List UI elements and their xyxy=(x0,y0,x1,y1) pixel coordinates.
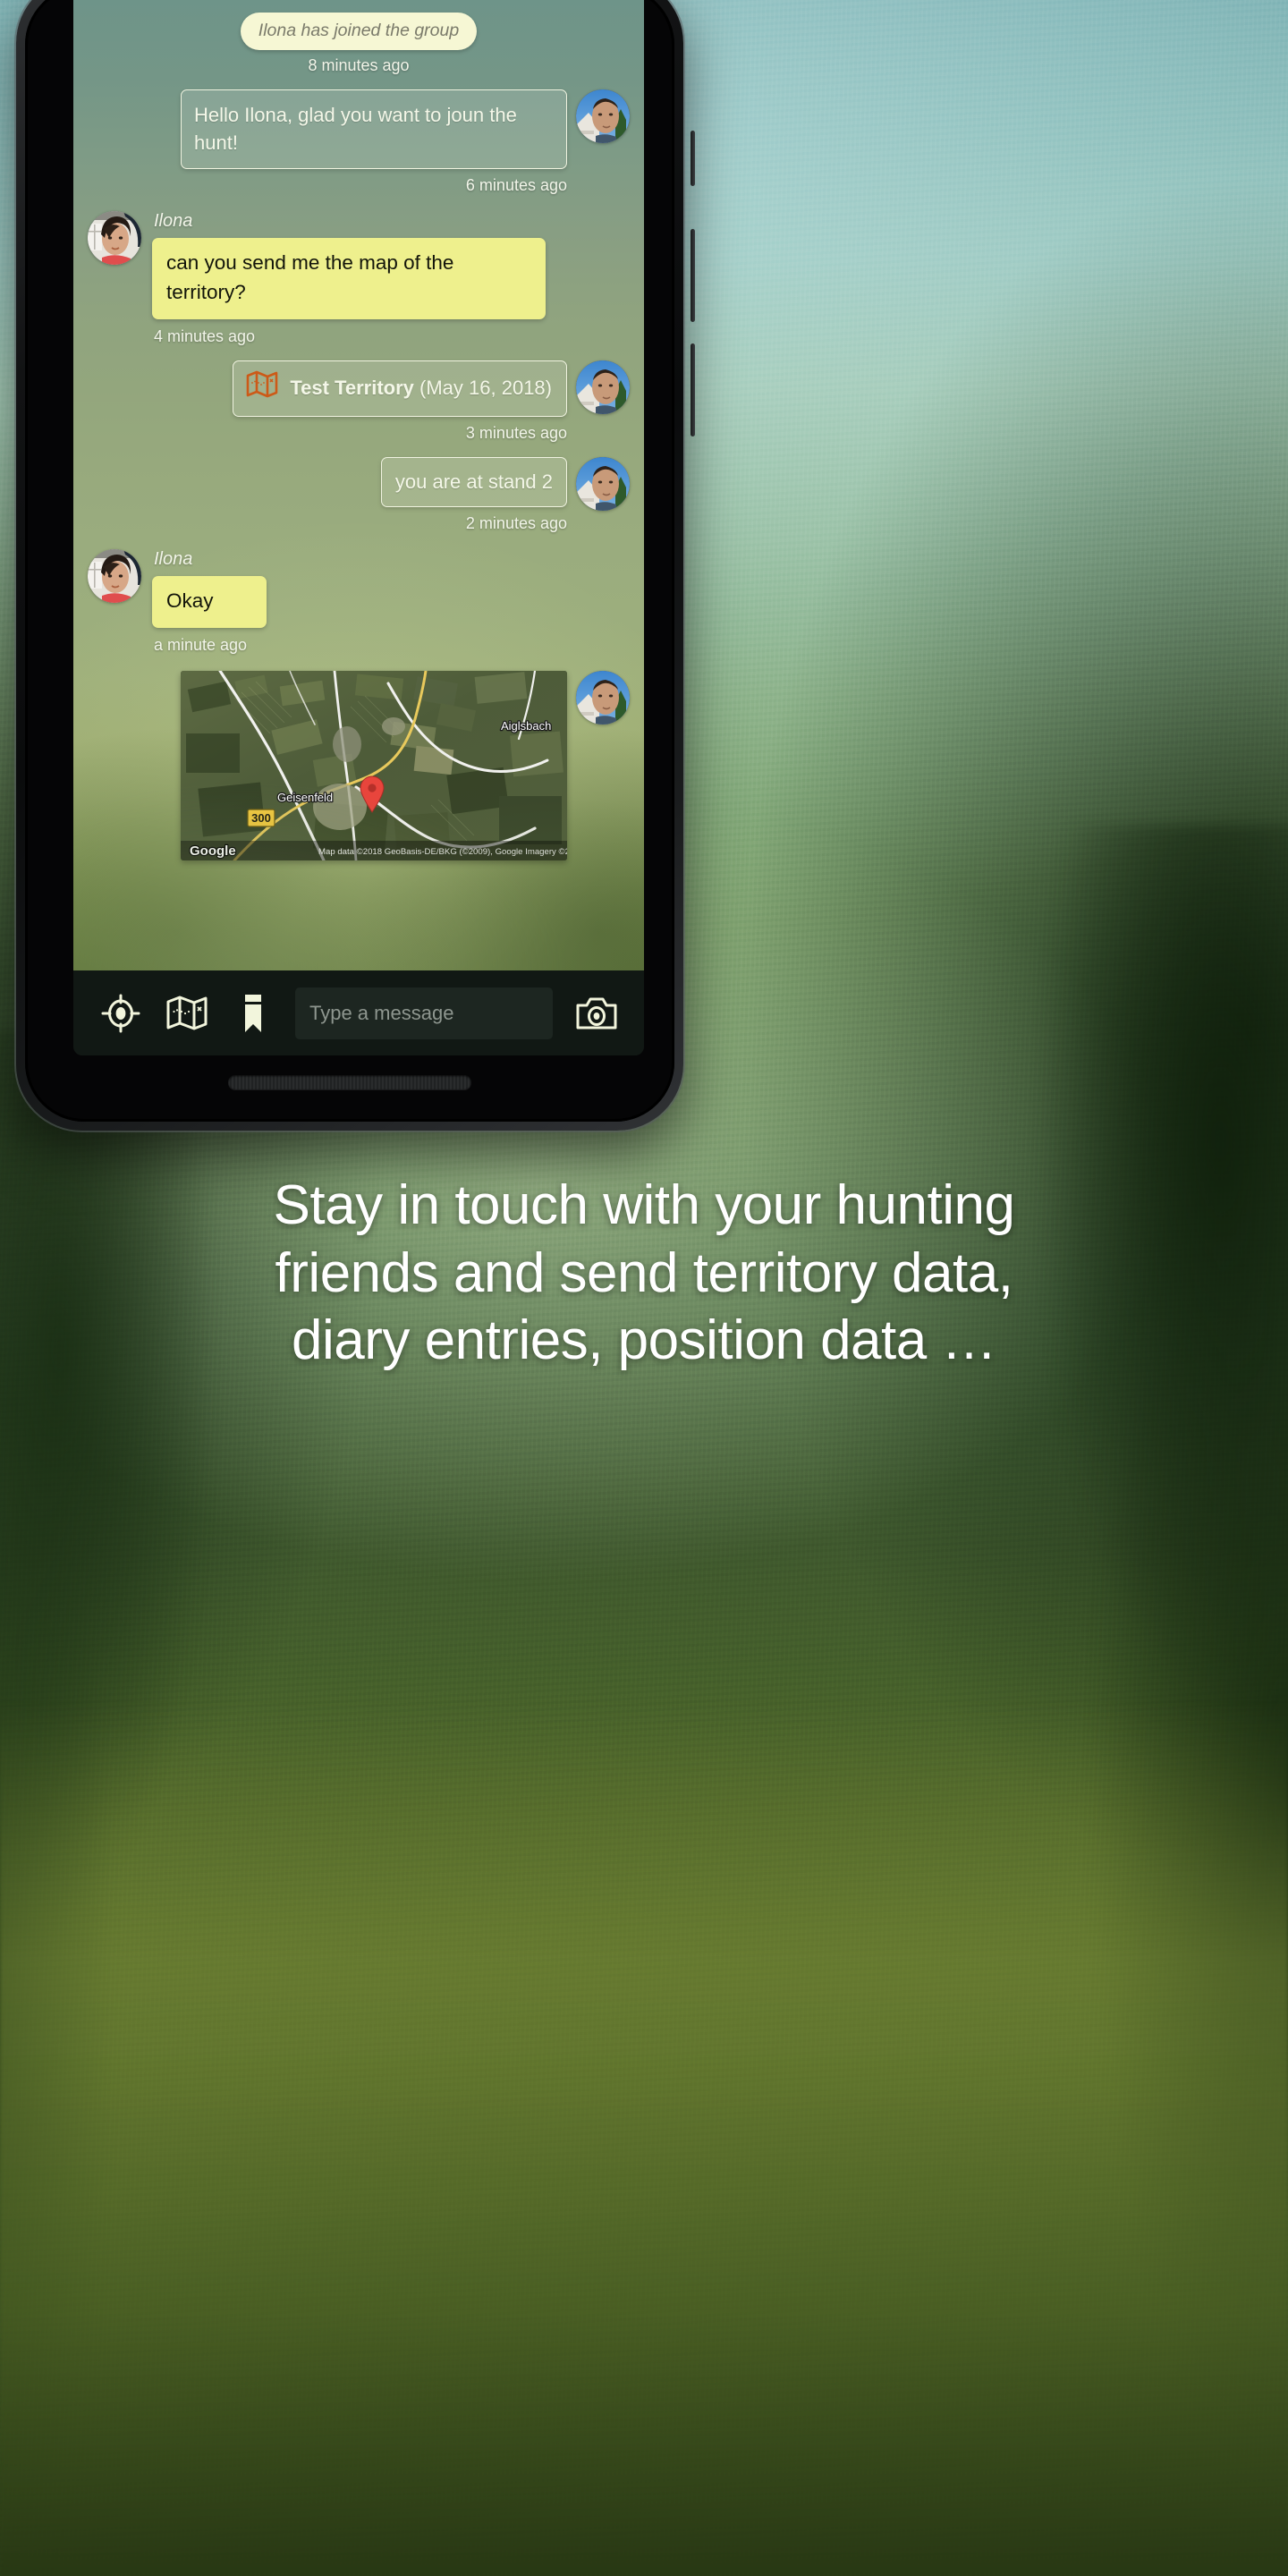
svg-text:Aiglsbach: Aiglsbach xyxy=(501,719,551,733)
message-bubble-incoming[interactable]: can you send me the map of the territory… xyxy=(152,238,546,319)
svg-text:Google: Google xyxy=(190,843,236,859)
message-bubble-outgoing[interactable]: Hello Ilona, glad you want to joun the h… xyxy=(181,89,567,170)
message-bubble-incoming[interactable]: Okay xyxy=(152,576,267,628)
phone-side-button-volume-down xyxy=(691,343,695,436)
system-message-pill: Ilona has joined the group xyxy=(240,13,478,50)
caption-line-3: diary entries, position data … xyxy=(292,1309,996,1372)
phone-side-button-volume-up xyxy=(691,229,695,322)
system-message-time: 8 minutes ago xyxy=(308,56,410,74)
message-row-incoming[interactable]: Ilona Okay a minute ago xyxy=(88,549,630,655)
camera-icon[interactable] xyxy=(564,980,630,1046)
avatar[interactable] xyxy=(576,456,630,511)
avatar[interactable] xyxy=(576,360,630,414)
phone-speaker-slit xyxy=(228,1075,471,1089)
message-bubble-outgoing[interactable]: you are at stand 2 xyxy=(380,456,567,508)
message-time: a minute ago xyxy=(154,635,248,654)
svg-text:Geisenfeld: Geisenfeld xyxy=(277,791,333,804)
message-composer-toolbar: Type a message xyxy=(73,970,644,1055)
map-folded-icon xyxy=(246,370,278,406)
map-folded-icon[interactable] xyxy=(154,980,220,1046)
territory-attachment-bubble[interactable]: Test Territory (May 16, 2018) xyxy=(233,360,567,417)
message-row-outgoing-territory[interactable]: Test Territory (May 16, 2018) 3 minutes … xyxy=(88,360,630,443)
background-meadow xyxy=(0,1699,1288,2576)
message-time: 2 minutes ago xyxy=(465,514,567,533)
message-time: 4 minutes ago xyxy=(154,326,256,345)
bookmark-icon[interactable] xyxy=(220,980,286,1046)
message-sender-name: Ilona xyxy=(154,211,193,232)
territory-name: Test Territory xyxy=(290,377,414,400)
message-row-outgoing[interactable]: Hello Ilona, glad you want to joun the h… xyxy=(88,89,630,195)
message-input[interactable]: Type a message xyxy=(295,987,553,1039)
avatar[interactable] xyxy=(576,670,630,724)
promo-screenshot: Ilona has joined the group 8 minutes ago… xyxy=(0,0,1288,2576)
phone-screen: Ilona has joined the group 8 minutes ago… xyxy=(73,0,644,1055)
message-sender-name: Ilona xyxy=(154,549,193,570)
territory-date: (May 16, 2018) xyxy=(419,377,552,400)
avatar[interactable] xyxy=(88,549,141,604)
caption-line-1: Stay in touch with your hunting xyxy=(273,1174,1015,1236)
message-input-placeholder: Type a message xyxy=(309,1001,454,1024)
message-row-incoming[interactable]: Ilona can you send me the map of the ter… xyxy=(88,211,630,345)
system-message-row: Ilona has joined the group xyxy=(88,13,630,50)
map-attachment[interactable]: 300 Geisenfeld Aiglsbach Google Map data… xyxy=(181,670,567,860)
svg-text:300: 300 xyxy=(251,811,271,825)
location-icon[interactable] xyxy=(88,980,154,1046)
promo-caption: Stay in touch with your hunting friends … xyxy=(0,1172,1288,1375)
phone-bezel: Ilona has joined the group 8 minutes ago… xyxy=(25,0,674,1122)
svg-text:Map data ©2018 GeoBasis-DE/BKG: Map data ©2018 GeoBasis-DE/BKG (©2009), … xyxy=(318,847,567,857)
message-row-outgoing-map[interactable]: 300 Geisenfeld Aiglsbach Google Map data… xyxy=(88,670,630,860)
message-time: 6 minutes ago xyxy=(465,176,567,195)
caption-line-2: friends and send territory data, xyxy=(275,1241,1013,1304)
message-row-outgoing[interactable]: you are at stand 2 2 minutes ago xyxy=(88,456,630,533)
phone-side-button-power xyxy=(691,131,695,186)
avatar[interactable] xyxy=(576,89,630,143)
phone-device-mockup: Ilona has joined the group 8 minutes ago… xyxy=(16,0,695,1131)
chat-message-list[interactable]: Ilona has joined the group 8 minutes ago… xyxy=(73,0,644,970)
avatar[interactable] xyxy=(88,211,141,266)
message-time: 3 minutes ago xyxy=(465,423,567,442)
